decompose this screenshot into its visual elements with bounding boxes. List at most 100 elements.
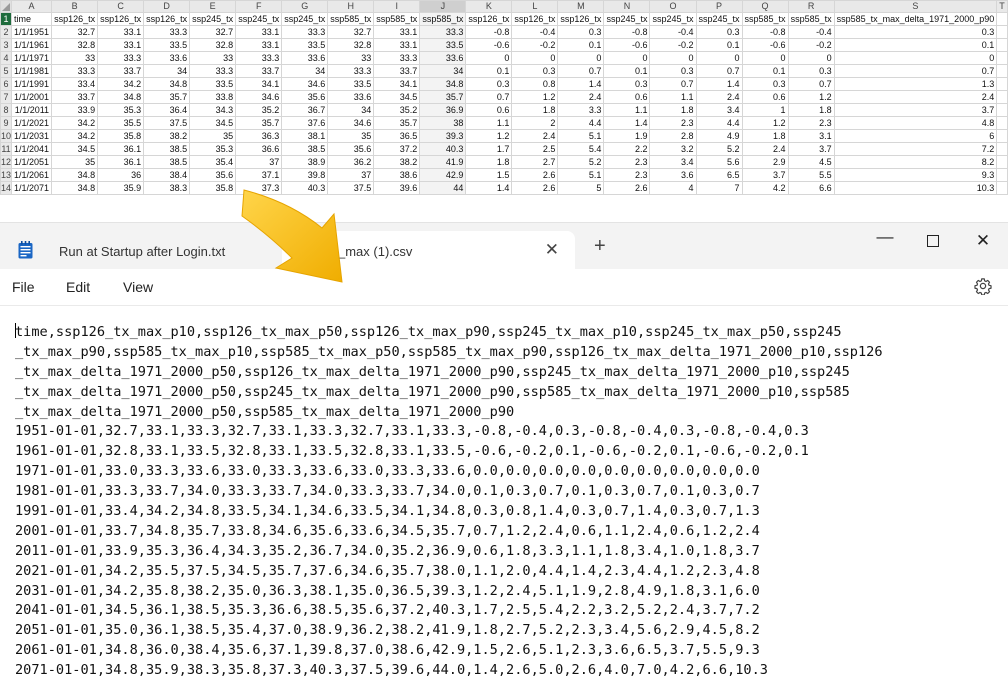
- sheet-cell[interactable]: 33: [328, 52, 374, 65]
- sheet-cell[interactable]: 34.8: [52, 182, 98, 195]
- sheet-cell[interactable]: 41.9: [420, 156, 466, 169]
- sheet-cell[interactable]: 39.3: [420, 130, 466, 143]
- sheet-cell[interactable]: 1/1/2001: [12, 91, 52, 104]
- sheet-cell[interactable]: [997, 156, 1008, 169]
- sheet-cell[interactable]: -0.6: [466, 39, 512, 52]
- sheet-cell[interactable]: 3.7: [742, 169, 788, 182]
- sheet-cell[interactable]: 44: [420, 182, 466, 195]
- sheet-cell[interactable]: 42.9: [420, 169, 466, 182]
- sheet-cell[interactable]: 4.4: [558, 117, 604, 130]
- sheet-cell[interactable]: 7.2: [834, 143, 997, 156]
- sheet-cell[interactable]: 8.2: [834, 156, 997, 169]
- sheet-cell[interactable]: ssp585_tx: [420, 13, 466, 26]
- column-header-q[interactable]: Q: [742, 1, 788, 13]
- sheet-cell[interactable]: 1/1/2071: [12, 182, 52, 195]
- sheet-cell[interactable]: ssp585_tx: [742, 13, 788, 26]
- sheet-cell[interactable]: -0.6: [604, 39, 650, 52]
- sheet-cell[interactable]: -0.2: [512, 39, 558, 52]
- sheet-cell[interactable]: 2: [512, 117, 558, 130]
- minimize-button[interactable]: —: [870, 227, 900, 247]
- sheet-cell[interactable]: 0.7: [834, 65, 997, 78]
- column-header-e[interactable]: E: [190, 1, 236, 13]
- row-header[interactable]: 12: [1, 156, 12, 169]
- column-header-m[interactable]: M: [558, 1, 604, 13]
- sheet-cell[interactable]: 6.6: [788, 182, 834, 195]
- sheet-cell[interactable]: 0.7: [788, 78, 834, 91]
- sheet-cell[interactable]: 0.1: [834, 39, 997, 52]
- sheet-cell[interactable]: 32.8: [328, 39, 374, 52]
- sheet-cell[interactable]: 1.2: [742, 117, 788, 130]
- sheet-cell[interactable]: 1.2: [788, 91, 834, 104]
- sheet-cell[interactable]: 2.3: [650, 117, 696, 130]
- sheet-cell[interactable]: 3.1: [788, 130, 834, 143]
- sheet-cell[interactable]: [997, 52, 1008, 65]
- column-header-c[interactable]: C: [98, 1, 144, 13]
- sheet-cell[interactable]: 34: [420, 65, 466, 78]
- sheet-cell[interactable]: 35.4: [190, 156, 236, 169]
- sheet-cell[interactable]: 36.2: [328, 156, 374, 169]
- sheet-cell[interactable]: 2.4: [696, 91, 742, 104]
- sheet-cell[interactable]: 37.3: [236, 182, 282, 195]
- sheet-cell[interactable]: -0.8: [466, 26, 512, 39]
- sheet-cell[interactable]: 1.8: [650, 104, 696, 117]
- row-header[interactable]: 13: [1, 169, 12, 182]
- sheet-cell[interactable]: [997, 130, 1008, 143]
- sheet-cell[interactable]: 0: [834, 52, 997, 65]
- sheet-cell[interactable]: 33.7: [52, 91, 98, 104]
- sheet-cell[interactable]: 1: [742, 104, 788, 117]
- sheet-cell[interactable]: 34.6: [236, 91, 282, 104]
- sheet-cell[interactable]: 0.6: [466, 104, 512, 117]
- row-header[interactable]: 3: [1, 39, 12, 52]
- sheet-cell[interactable]: 4.5: [788, 156, 834, 169]
- sheet-cell[interactable]: ssp585_tx: [788, 13, 834, 26]
- sheet-cell[interactable]: 33.7: [98, 65, 144, 78]
- sheet-cell[interactable]: 34.2: [52, 117, 98, 130]
- sheet-cell[interactable]: [997, 182, 1008, 195]
- sheet-cell[interactable]: 1.3: [834, 78, 997, 91]
- sheet-cell[interactable]: 33.3: [98, 52, 144, 65]
- sheet-cell[interactable]: 34.8: [52, 169, 98, 182]
- row-header[interactable]: 4: [1, 52, 12, 65]
- sheet-cell[interactable]: ssp126_tx: [466, 13, 512, 26]
- sheet-cell[interactable]: 0.1: [696, 39, 742, 52]
- sheet-cell[interactable]: 0.6: [742, 91, 788, 104]
- sheet-cell[interactable]: 34: [144, 65, 190, 78]
- sheet-cell[interactable]: 35.2: [236, 104, 282, 117]
- sheet-cell[interactable]: 34.1: [236, 78, 282, 91]
- sheet-cell[interactable]: 37.2: [374, 143, 420, 156]
- sheet-cell[interactable]: 2.4: [558, 91, 604, 104]
- column-header-j[interactable]: J: [420, 1, 466, 13]
- sheet-cell[interactable]: 0.1: [604, 65, 650, 78]
- menu-view[interactable]: View: [123, 279, 153, 295]
- row-header[interactable]: 10: [1, 130, 12, 143]
- sheet-cell[interactable]: 35.2: [374, 104, 420, 117]
- sheet-cell[interactable]: [997, 91, 1008, 104]
- sheet-cell[interactable]: 2.6: [604, 182, 650, 195]
- sheet-cell[interactable]: 0.3: [466, 78, 512, 91]
- sheet-cell[interactable]: 33.1: [98, 26, 144, 39]
- sheet-cell[interactable]: 33.3: [236, 52, 282, 65]
- sheet-cell[interactable]: [997, 78, 1008, 91]
- sheet-cell[interactable]: 33.1: [236, 39, 282, 52]
- sheet-cell[interactable]: ssp126_tx: [558, 13, 604, 26]
- sheet-cell[interactable]: 0.7: [696, 65, 742, 78]
- sheet-cell[interactable]: 34.5: [190, 117, 236, 130]
- sheet-cell[interactable]: 33.1: [98, 39, 144, 52]
- sheet-cell[interactable]: 32.8: [190, 39, 236, 52]
- gear-icon[interactable]: [974, 277, 992, 295]
- sheet-cell[interactable]: 39.8: [282, 169, 328, 182]
- sheet-cell[interactable]: 33.8: [190, 91, 236, 104]
- sheet-cell[interactable]: 1.8: [742, 130, 788, 143]
- sheet-cell[interactable]: ssp245_tx: [282, 13, 328, 26]
- sheet-cell[interactable]: 0.3: [834, 26, 997, 39]
- column-header-b[interactable]: B: [52, 1, 98, 13]
- sheet-cell[interactable]: ssp126_tx: [98, 13, 144, 26]
- sheet-cell[interactable]: 5: [558, 182, 604, 195]
- sheet-cell[interactable]: [997, 104, 1008, 117]
- sheet-cell[interactable]: 1/1/2061: [12, 169, 52, 182]
- sheet-cell[interactable]: 1/1/2051: [12, 156, 52, 169]
- sheet-cell[interactable]: ssp585_tx: [374, 13, 420, 26]
- sheet-cell[interactable]: 4: [650, 182, 696, 195]
- sheet-cell[interactable]: 38.3: [144, 182, 190, 195]
- sheet-cell[interactable]: 34.3: [190, 104, 236, 117]
